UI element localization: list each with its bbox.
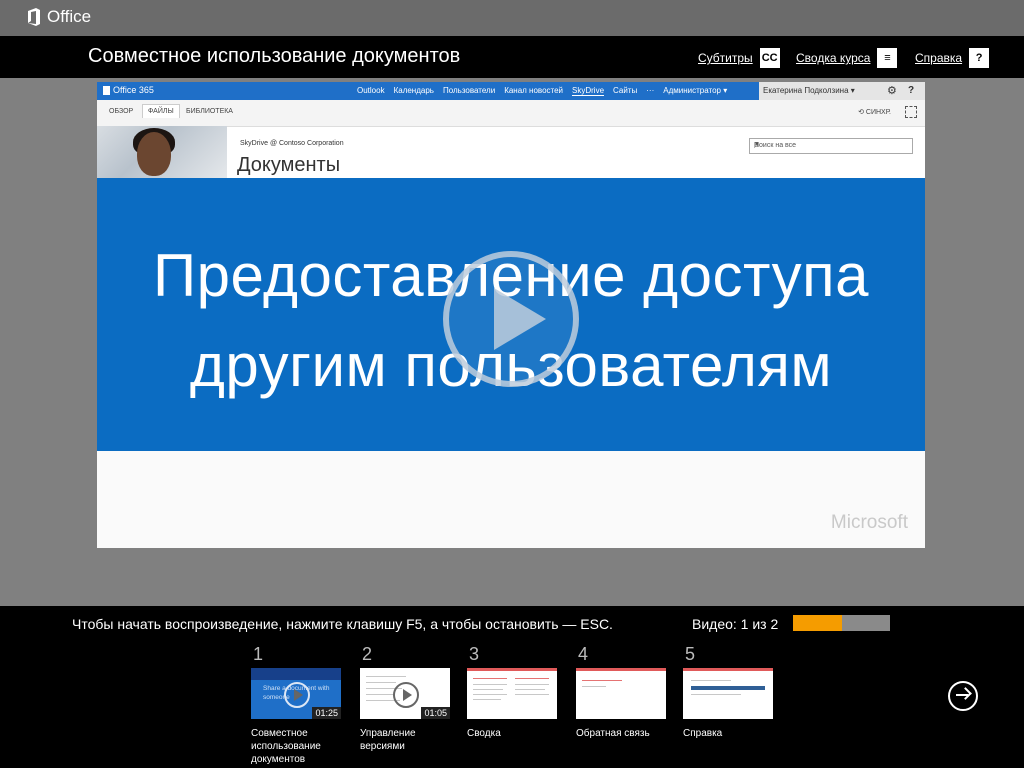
video-stage: Office 365 Outlook Календарь Пользовател… xyxy=(0,78,1024,606)
slide-footer: Microsoft xyxy=(97,451,925,548)
nav-item: Outlook xyxy=(357,86,385,95)
help-label: Справка xyxy=(915,51,963,65)
question-icon: ? xyxy=(908,85,915,96)
chapter-thumbnail: 01:05 xyxy=(360,668,450,719)
chapter-5[interactable]: 5 Справка xyxy=(683,644,783,740)
ribbon-tab: БИБЛИОТЕКА xyxy=(186,108,233,115)
chapter-number: 2 xyxy=(362,644,373,664)
nav-item: SkyDrive xyxy=(572,86,605,96)
chapter-duration: 01:05 xyxy=(421,707,450,719)
play-icon xyxy=(393,682,419,708)
top-bar: Office xyxy=(0,0,1024,36)
chapter-thumbnail xyxy=(576,668,666,719)
chapter-caption: Справка xyxy=(683,728,723,739)
ribbon: ОБЗОР ФАЙЛЫ БИБЛИОТЕКА ⟲ СИНХР. xyxy=(97,100,925,127)
course-summary-label: Сводка курса xyxy=(796,51,871,65)
summary-icon: ≡ xyxy=(877,48,898,68)
search-icon: ⌕ xyxy=(754,140,760,150)
nav-item: Календарь xyxy=(393,86,434,95)
subtitles-link[interactable]: Субтитры CC xyxy=(698,48,780,68)
play-icon[interactable] xyxy=(442,250,580,388)
nav-item: Пользователи xyxy=(442,86,496,95)
chapter-bar: Чтобы начать воспроизведение, нажмите кл… xyxy=(0,606,1024,768)
playback-hint: Чтобы начать воспроизведение, нажмите кл… xyxy=(72,616,613,632)
site-photo xyxy=(97,126,227,181)
o365-brand: Office 365 xyxy=(103,85,154,95)
chapter-caption: Обратная связь xyxy=(576,728,650,739)
video-progress-fill xyxy=(793,615,842,631)
ribbon-tab: ОБЗОР xyxy=(109,108,134,115)
chapter-number: 3 xyxy=(469,644,480,664)
chapter-duration: 01:25 xyxy=(312,707,341,719)
course-summary-link[interactable]: Сводка курса ≡ xyxy=(796,48,898,68)
chapter-number: 5 xyxy=(685,644,696,664)
chapter-thumbnail: Share a document with someone 01:25 xyxy=(251,668,341,719)
documents-title: Документы xyxy=(237,154,341,176)
chapter-caption: Управление версиями xyxy=(360,728,416,752)
o365-brand-text: Office 365 xyxy=(113,85,154,95)
next-arrow-icon[interactable] xyxy=(948,681,978,711)
chapter-thumbnail xyxy=(683,668,773,719)
video-search-box: Поиск на все ▼ ⌕ xyxy=(749,138,913,154)
focus-icon xyxy=(905,106,917,118)
o365-user: Екатерина Подколзина ▾ xyxy=(763,86,855,95)
subtitles-label: Субтитры xyxy=(698,51,753,65)
sync-label: ⟲ СИНХР. xyxy=(858,109,891,116)
site-breadcrumb: SkyDrive @ Contoso Corporation xyxy=(240,140,344,147)
chapter-2[interactable]: 2 01:05 Управление версиями xyxy=(360,644,460,753)
nav-item: ··· xyxy=(646,86,655,95)
o365-nav: Outlook Календарь Пользователи Канал нов… xyxy=(357,86,727,96)
help-icon: ? xyxy=(969,48,990,68)
video-player[interactable]: Office 365 Outlook Календарь Пользовател… xyxy=(97,82,925,548)
help-link[interactable]: Справка ? xyxy=(915,48,990,68)
play-icon xyxy=(284,682,310,708)
o365-logo-icon xyxy=(103,85,110,95)
chapter-caption: Сводка xyxy=(467,728,501,739)
chapter-3[interactable]: 3 Сводка xyxy=(467,644,567,740)
chapter-thumbnail xyxy=(467,668,557,719)
settings-gear-icon: ⚙ xyxy=(887,85,897,97)
o365-suite-bar: Office 365 Outlook Календарь Пользовател… xyxy=(97,82,925,100)
nav-item: Администратор ▾ xyxy=(663,86,728,95)
nav-item: Сайты xyxy=(613,86,638,95)
video-progress-bar xyxy=(793,615,890,631)
chapter-number: 1 xyxy=(253,644,264,664)
cc-icon: CC xyxy=(759,48,780,68)
office-logo: Office xyxy=(26,7,91,27)
nav-item: Канал новостей xyxy=(504,86,564,95)
microsoft-watermark: Microsoft xyxy=(830,512,908,533)
course-header: Совместное использование документов Субт… xyxy=(0,36,1024,78)
office-brand-text: Office xyxy=(47,7,92,26)
chapter-number: 4 xyxy=(578,644,589,664)
video-counter: Видео: 1 из 2 xyxy=(692,616,779,632)
office-icon xyxy=(28,8,40,26)
chapter-caption: Совместное использование документов xyxy=(251,728,321,765)
chapter-4[interactable]: 4 Обратная связь xyxy=(576,644,676,740)
title-slide: Предоставление доступа другим пользовате… xyxy=(97,178,925,451)
ribbon-tab-active: ФАЙЛЫ xyxy=(142,104,180,118)
chapter-1[interactable]: 1 Share a document with someone 01:25 Со… xyxy=(251,644,351,766)
course-title: Совместное использование документов xyxy=(88,45,461,67)
sync-icon: ⟲ xyxy=(858,109,866,116)
